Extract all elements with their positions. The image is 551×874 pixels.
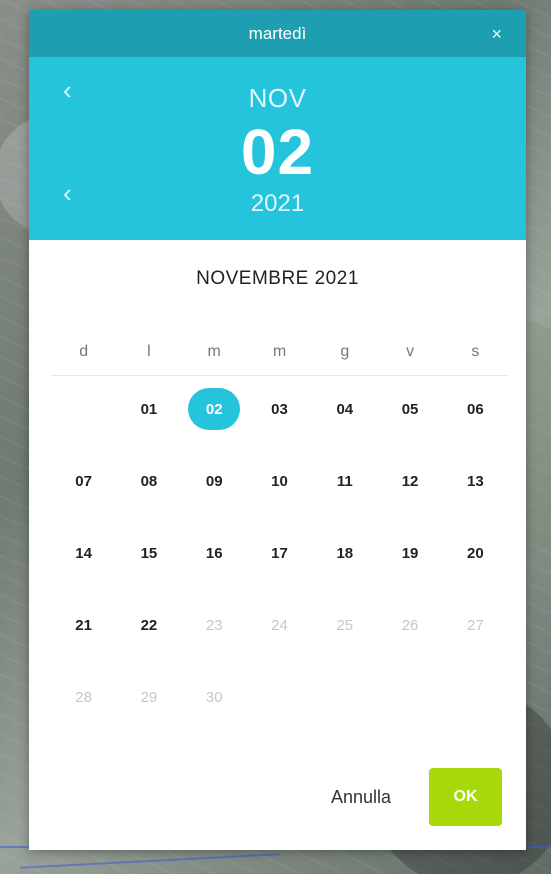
calendar-day-cell: 28: [51, 674, 116, 746]
day-button: 28: [75, 688, 92, 706]
day-button[interactable]: 07: [58, 460, 110, 502]
calendar-day-cell: 27: [443, 602, 508, 674]
selected-year[interactable]: 2021: [29, 190, 526, 218]
calendar-day-cell: 18: [312, 530, 377, 602]
day-button[interactable]: 19: [384, 532, 436, 574]
day-button: 27: [467, 616, 484, 634]
calendar-day-cell: 01: [116, 386, 181, 458]
ok-button[interactable]: OK: [429, 768, 502, 826]
day-button[interactable]: 05: [384, 388, 436, 430]
day-button[interactable]: 14: [58, 532, 110, 574]
selected-day-button[interactable]: 02: [188, 388, 241, 430]
cancel-button[interactable]: Annulla: [331, 787, 391, 808]
weekday-label: m: [207, 343, 221, 360]
weekday-label: m: [272, 343, 287, 360]
calendar-day-cell: 22: [116, 602, 181, 674]
weekday-divider: [51, 375, 508, 376]
weekday-header-row: d l m m g v s: [51, 343, 508, 361]
day-button[interactable]: 16: [188, 532, 240, 574]
day-button: 23: [205, 616, 223, 634]
calendar-day-cell: 07: [51, 458, 116, 530]
calendar-day-cell: 26: [377, 602, 442, 674]
calendar-day-cell: 20: [443, 530, 508, 602]
calendar-day-cell: 21: [51, 602, 116, 674]
weekday-label: l: [147, 343, 151, 360]
day-button: 25: [336, 616, 354, 634]
calendar-day-cell: 10: [247, 458, 312, 530]
selected-date-header: ‹ NOV 02 ‹ 2021: [29, 57, 526, 240]
date-picker-dialog: martedì × ‹ NOV 02 ‹ 2021 NOVEMBRE 2021 …: [29, 10, 526, 850]
calendar-day-cell: 23: [182, 602, 247, 674]
day-button[interactable]: 09: [188, 460, 240, 502]
selected-day[interactable]: 02: [29, 115, 526, 189]
day-button[interactable]: 15: [123, 532, 175, 574]
day-button[interactable]: 08: [123, 460, 175, 502]
calendar-days-grid: 01 02 03 04 05 06 07 08 09 10 11 12 13 14 15 16 17 18 19 20…: [51, 386, 508, 746]
calendar-day-cell: 17: [247, 530, 312, 602]
weekday-label: g: [340, 343, 350, 360]
close-icon[interactable]: ×: [491, 25, 502, 43]
weekday-label: d: [79, 343, 89, 360]
day-button: 26: [401, 616, 419, 634]
dialog-title: martedì: [248, 23, 307, 43]
day-button[interactable]: 03: [253, 388, 305, 430]
day-button[interactable]: 11: [319, 460, 371, 502]
calendar-day-cell: 14: [51, 530, 116, 602]
day-button[interactable]: 18: [319, 532, 371, 574]
day-button[interactable]: 01: [123, 388, 175, 430]
day-button: 29: [140, 688, 158, 706]
day-button: 24: [271, 616, 288, 634]
calendar-day-cell: 08: [116, 458, 181, 530]
day-button[interactable]: 06: [449, 388, 501, 430]
calendar-day-cell: 29: [116, 674, 181, 746]
day-button[interactable]: 20: [449, 532, 501, 574]
day-button[interactable]: 13: [449, 460, 501, 502]
calendar-day-cell: 13: [443, 458, 508, 530]
day-button[interactable]: 10: [253, 460, 305, 502]
calendar-day-cell: 09: [182, 458, 247, 530]
day-button[interactable]: 17: [253, 532, 305, 574]
day-button[interactable]: 22: [123, 604, 175, 646]
calendar-day-cell: 15: [116, 530, 181, 602]
calendar-day-cell: 04: [312, 386, 377, 458]
day-button[interactable]: 12: [384, 460, 436, 502]
calendar-day-cell: 16: [182, 530, 247, 602]
weekday-label: s: [471, 343, 480, 360]
calendar-day-cell: 11: [312, 458, 377, 530]
selected-month[interactable]: NOV: [29, 83, 526, 114]
calendar-day-cell: 30: [182, 674, 247, 746]
calendar-day-cell: 24: [247, 602, 312, 674]
calendar-day-cell: 03: [247, 386, 312, 458]
map-route-line: [20, 853, 280, 869]
calendar-day-cell: 25: [312, 602, 377, 674]
day-button: 30: [205, 688, 223, 706]
dialog-title-bar: martedì ×: [29, 10, 526, 57]
dialog-footer: Annulla OK: [331, 768, 502, 826]
day-button[interactable]: 21: [58, 604, 110, 646]
calendar-day-cell: 19: [377, 530, 442, 602]
calendar-day-cell: 06: [443, 386, 508, 458]
calendar-day-cell: 12: [377, 458, 442, 530]
calendar-month-title: NOVEMBRE 2021: [196, 268, 359, 289]
calendar-day-cell: [51, 386, 116, 458]
day-button[interactable]: 04: [319, 388, 371, 430]
calendar-day-cell: 05: [377, 386, 442, 458]
weekday-label: v: [406, 343, 415, 360]
calendar-day-cell: 02: [182, 386, 247, 458]
